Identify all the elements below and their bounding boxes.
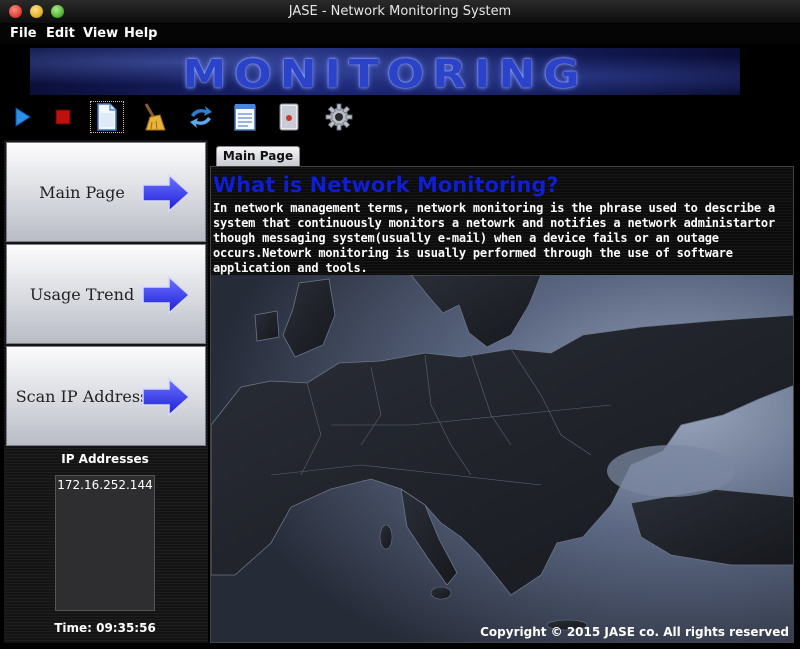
minimize-window-button[interactable] bbox=[30, 5, 43, 18]
toolbar bbox=[0, 97, 800, 137]
tab-main-page[interactable]: Main Page bbox=[216, 146, 300, 166]
refresh-icon bbox=[190, 106, 212, 128]
new-document-button[interactable] bbox=[90, 101, 124, 133]
arrow-right-icon bbox=[142, 275, 191, 315]
banner-title: MONITORING bbox=[182, 51, 588, 95]
ip-addresses-title: IP Addresses bbox=[61, 452, 149, 466]
notepad-icon bbox=[234, 104, 256, 131]
play-icon bbox=[15, 107, 31, 127]
europe-map-image bbox=[211, 275, 793, 642]
log-button[interactable] bbox=[228, 101, 262, 133]
banner: MONITORING bbox=[30, 48, 740, 95]
report-icon bbox=[279, 103, 299, 131]
stop-icon bbox=[55, 109, 71, 125]
main-content: What is Network Monitoring? In network m… bbox=[210, 166, 794, 643]
usage-trend-button[interactable]: Usage Trend bbox=[6, 244, 206, 344]
zoom-window-button[interactable] bbox=[51, 5, 64, 18]
scan-ip-address-button[interactable]: Scan IP Address bbox=[6, 346, 206, 446]
page-heading: What is Network Monitoring? bbox=[213, 173, 559, 197]
menu-file[interactable]: File bbox=[10, 26, 37, 41]
clear-button[interactable] bbox=[136, 101, 170, 133]
description-text: In network management terms, network mon… bbox=[213, 201, 775, 275]
menu-help[interactable]: Help bbox=[124, 26, 157, 41]
start-button[interactable] bbox=[6, 101, 40, 133]
title-bar: JASE - Network Monitoring System bbox=[0, 0, 800, 24]
list-item[interactable]: 172.16.252.144 bbox=[56, 476, 154, 492]
menu-bar: File Edit View Help bbox=[0, 24, 800, 44]
arrow-right-icon bbox=[142, 173, 191, 213]
usage-trend-label: Usage Trend bbox=[29, 284, 135, 304]
stop-button[interactable] bbox=[46, 101, 80, 133]
scan-ip-address-label: Scan IP Address bbox=[15, 386, 149, 406]
menu-edit[interactable]: Edit bbox=[46, 26, 75, 41]
window-title: JASE - Network Monitoring System bbox=[288, 4, 512, 19]
menu-view[interactable]: View bbox=[83, 26, 118, 41]
main-page-button[interactable]: Main Page bbox=[6, 142, 206, 242]
settings-button[interactable] bbox=[322, 101, 356, 133]
ip-address-list[interactable]: 172.16.252.144 bbox=[55, 475, 155, 611]
close-window-button[interactable] bbox=[9, 5, 22, 18]
copyright-text: Copyright © 2015 JASE co. All rights res… bbox=[480, 625, 789, 639]
clock-time: Time: 09:35:56 bbox=[54, 621, 156, 635]
document-icon bbox=[97, 103, 117, 131]
gear-icon bbox=[325, 103, 353, 131]
arrow-right-icon bbox=[142, 377, 191, 417]
report-button[interactable] bbox=[272, 101, 306, 133]
main-page-label: Main Page bbox=[39, 182, 125, 202]
refresh-button[interactable] bbox=[184, 101, 218, 133]
broom-icon bbox=[144, 103, 166, 131]
